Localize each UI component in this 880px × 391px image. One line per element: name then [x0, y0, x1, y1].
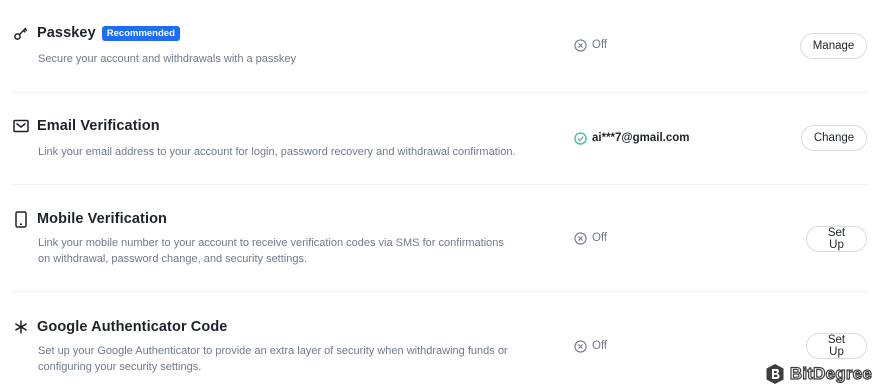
mobile-verification-row: Mobile Verification Link your mobile num… — [12, 185, 868, 291]
mobile-verification-title: Mobile Verification — [37, 211, 168, 227]
mobile-status: Off — [573, 231, 607, 245]
email-icon — [12, 117, 30, 135]
key-icon — [12, 24, 30, 42]
google-authenticator-description: Set up your Google Authenticator to prov… — [38, 343, 508, 375]
email-status-text: ai***7@gmail.com — [592, 132, 690, 144]
watermark-text: BitDegree — [789, 363, 872, 383]
mobile-verification-description: Link your mobile number to your account … — [38, 235, 504, 267]
mobile-status-text: Off — [592, 232, 608, 244]
authenticator-status-text: Off — [592, 340, 608, 352]
email-title-line: Email Verification — [12, 117, 160, 135]
security-settings-page: Passkey Recommended Secure your account … — [0, 0, 880, 391]
authenticator-title-line: Google Authenticator Code — [12, 318, 227, 336]
authenticator-description-line: configuring your security settings. — [38, 361, 202, 373]
check-circle-icon — [573, 131, 587, 145]
mobile-description-line: Link your mobile number to your account … — [38, 237, 504, 249]
passkey-title-line: Passkey Recommended — [12, 24, 180, 42]
off-status-icon — [573, 339, 587, 353]
email-verification-description: Link your email address to your account … — [38, 146, 516, 158]
passkey-status-text: Off — [592, 39, 608, 51]
email-verification-title: Email Verification — [37, 118, 160, 134]
mobile-description-line: on withdrawal, password change, and secu… — [38, 253, 308, 265]
google-authenticator-title: Google Authenticator Code — [37, 319, 228, 335]
passkey-row: Passkey Recommended Secure your account … — [12, 0, 868, 92]
email-change-button[interactable]: Change — [801, 125, 867, 151]
phone-icon — [12, 210, 30, 228]
off-status-icon — [573, 38, 587, 52]
google-authenticator-row: Google Authenticator Code Set up your Go… — [12, 292, 868, 391]
passkey-manage-button[interactable]: Manage — [800, 33, 867, 59]
authenticator-icon — [12, 318, 30, 336]
mobile-setup-button[interactable]: Set Up — [806, 226, 867, 252]
email-status: ai***7@gmail.com — [573, 131, 690, 145]
bitdegree-watermark: BitDegree — [764, 363, 872, 385]
off-status-icon — [573, 231, 587, 245]
recommended-badge: Recommended — [101, 25, 180, 41]
bitdegree-logo-icon — [764, 363, 786, 385]
passkey-status: Off — [573, 38, 607, 52]
authenticator-status: Off — [573, 339, 607, 353]
mobile-title-line: Mobile Verification — [12, 210, 167, 228]
passkey-description: Secure your account and withdrawals with… — [38, 53, 297, 65]
passkey-title: Passkey — [37, 25, 96, 41]
authenticator-setup-button[interactable]: Set Up — [806, 333, 867, 359]
authenticator-description-line: Set up your Google Authenticator to prov… — [38, 345, 508, 357]
email-verification-row: Email Verification Link your email addre… — [12, 93, 868, 184]
